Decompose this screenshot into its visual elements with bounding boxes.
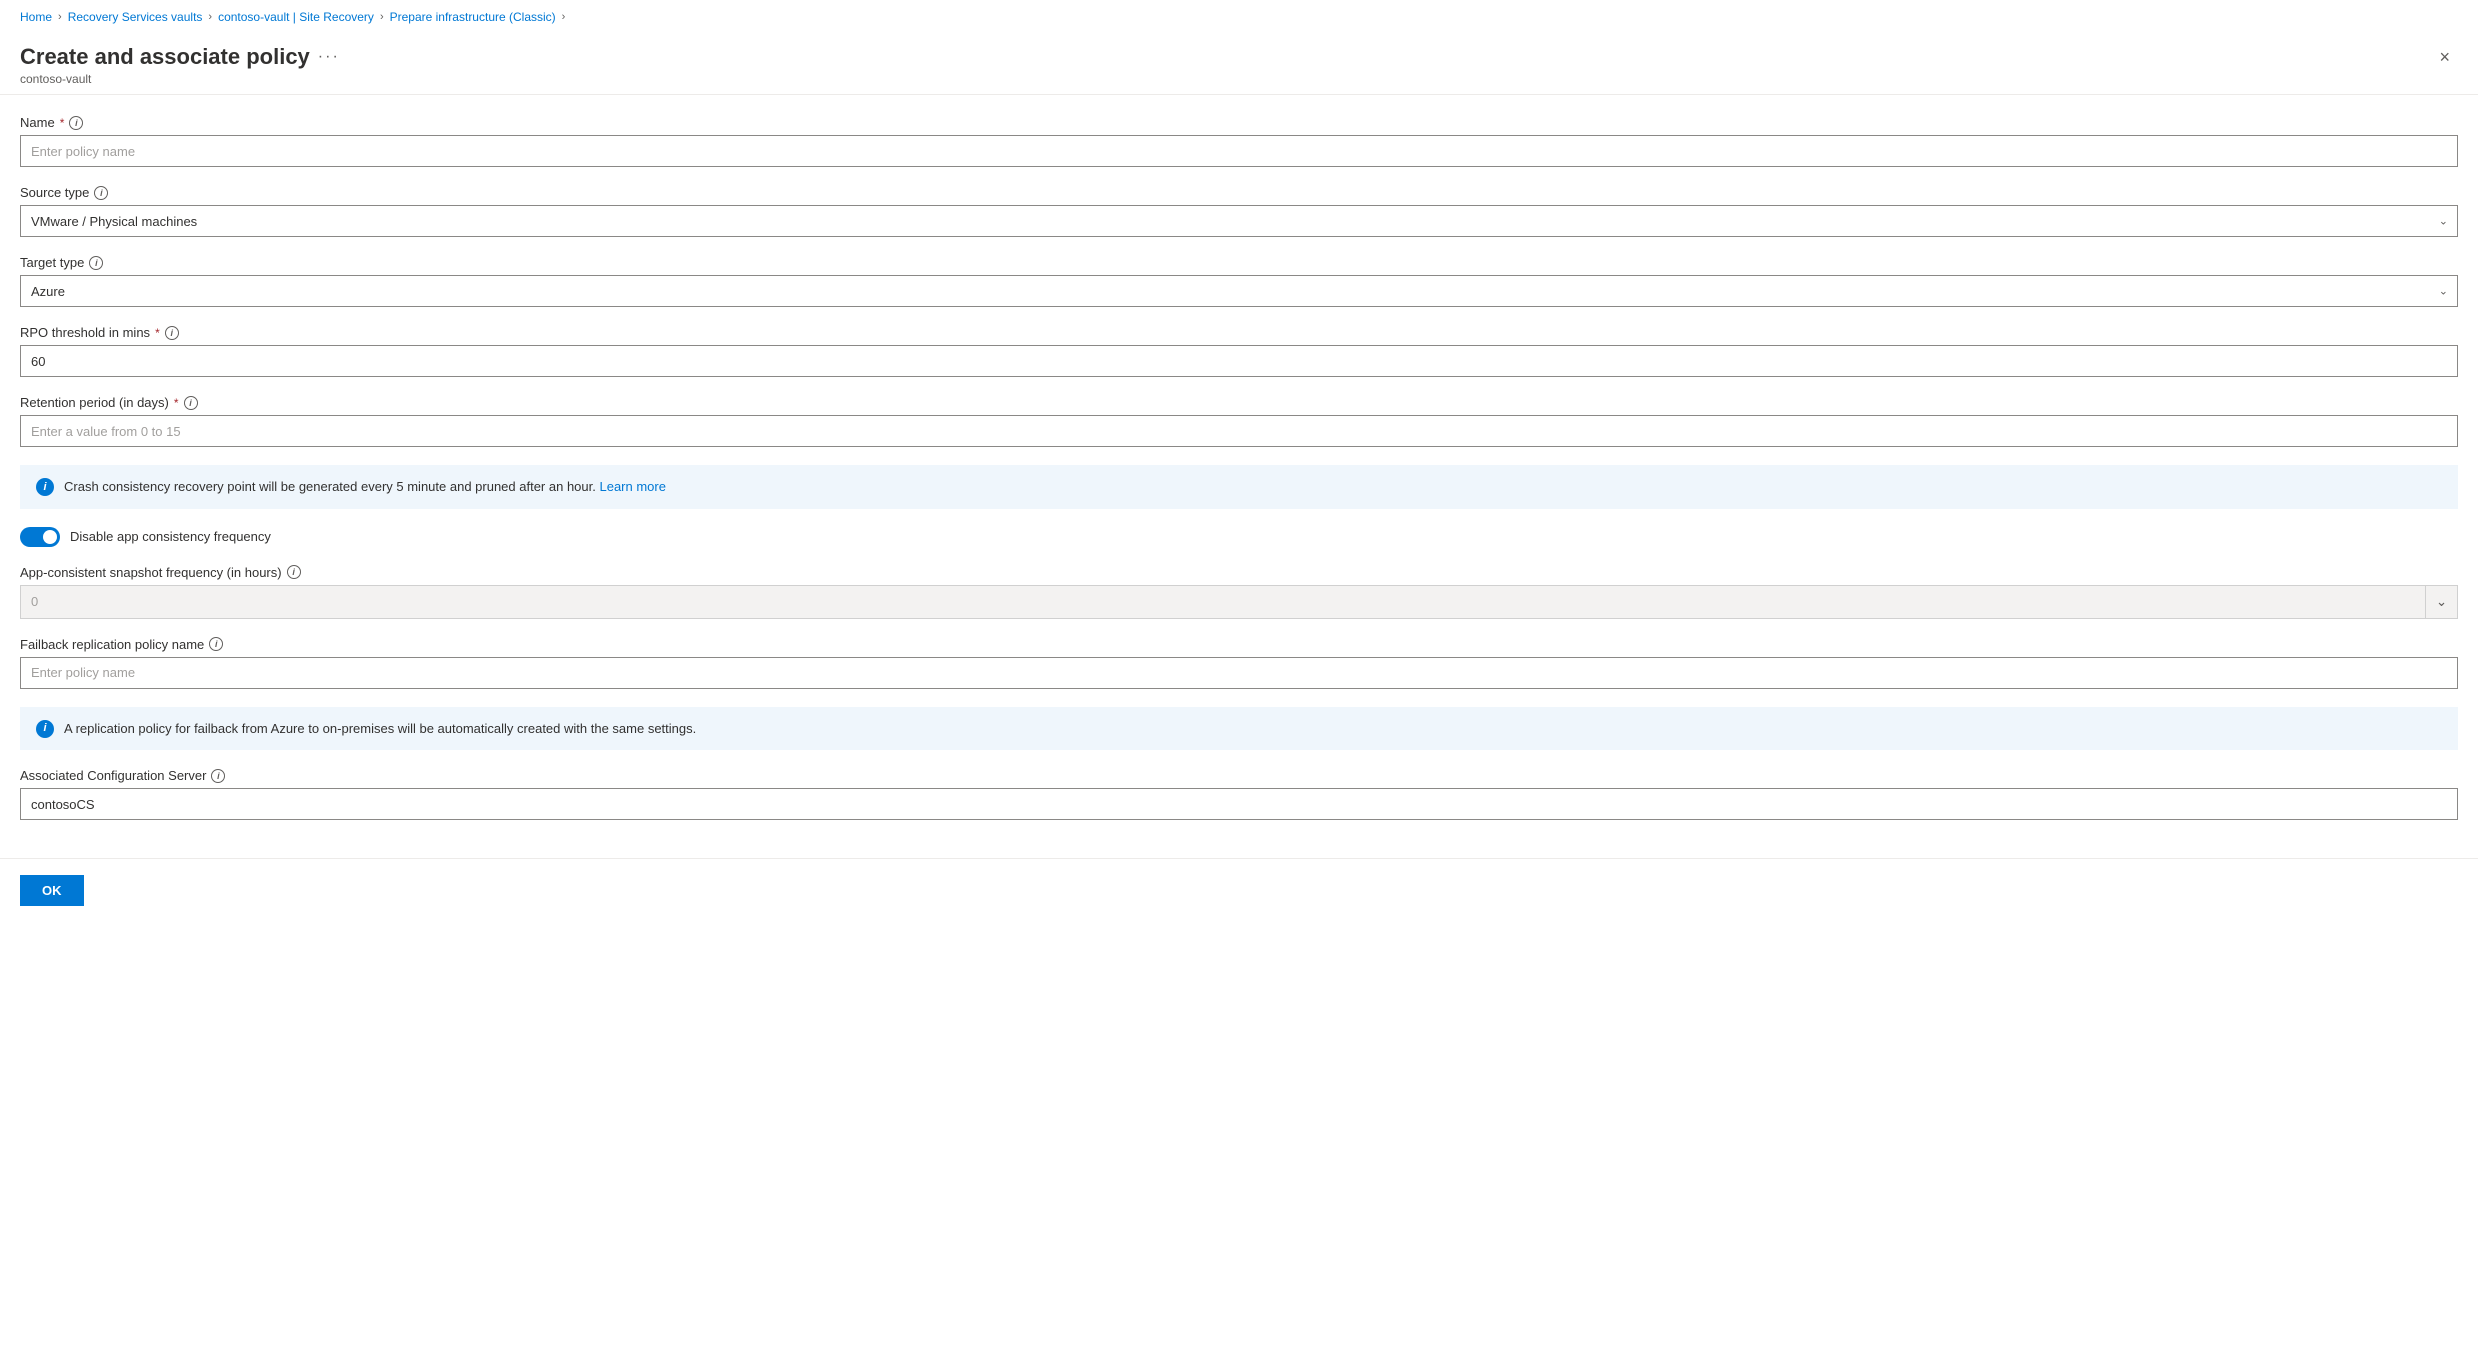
retention-required: *: [174, 396, 179, 410]
target-type-label-text: Target type: [20, 255, 84, 270]
target-type-info-icon[interactable]: i: [89, 256, 103, 270]
assoc-config-input[interactable]: [20, 788, 2458, 820]
breadcrumb-sep-4: ›: [562, 11, 566, 23]
rpo-required: *: [155, 326, 160, 340]
target-type-select[interactable]: Azure: [20, 275, 2458, 307]
target-type-group: Target type i Azure ⌄: [20, 255, 2458, 307]
crash-consistency-banner-icon: i: [36, 478, 54, 496]
name-group: Name * i: [20, 115, 2458, 167]
panel-title-row: Create and associate policy ···: [20, 44, 340, 70]
app-consistency-label-text: App-consistent snapshot frequency (in ho…: [20, 565, 282, 580]
form-footer: OK: [0, 858, 2478, 922]
close-button[interactable]: ×: [2431, 44, 2458, 70]
source-type-info-icon[interactable]: i: [94, 186, 108, 200]
retention-info-icon[interactable]: i: [184, 396, 198, 410]
rpo-group: RPO threshold in mins * i: [20, 325, 2458, 377]
target-type-select-wrapper: Azure ⌄: [20, 275, 2458, 307]
crash-consistency-banner-text: Crash consistency recovery point will be…: [64, 477, 666, 497]
app-consistency-dropdown-btn[interactable]: ⌄: [2425, 586, 2457, 618]
ok-button[interactable]: OK: [20, 875, 84, 906]
panel-header: Create and associate policy ··· contoso-…: [0, 32, 2478, 95]
assoc-config-label: Associated Configuration Server i: [20, 768, 2458, 783]
failback-label: Failback replication policy name i: [20, 637, 2458, 652]
name-info-icon[interactable]: i: [69, 116, 83, 130]
form-body: Name * i Source type i VMware / Physical…: [0, 95, 2478, 858]
failback-info-banner-icon: i: [36, 720, 54, 738]
app-consistency-info-icon[interactable]: i: [287, 565, 301, 579]
source-type-label: Source type i: [20, 185, 2458, 200]
source-type-label-text: Source type: [20, 185, 89, 200]
retention-input[interactable]: [20, 415, 2458, 447]
page-container: Home › Recovery Services vaults › contos…: [0, 0, 2478, 1366]
failback-group: Failback replication policy name i: [20, 637, 2458, 689]
app-consistency-label: App-consistent snapshot frequency (in ho…: [20, 565, 2458, 580]
assoc-config-label-text: Associated Configuration Server: [20, 768, 206, 783]
breadcrumb-home[interactable]: Home: [20, 10, 52, 24]
failback-info-banner: i A replication policy for failback from…: [20, 707, 2458, 751]
app-consistency-chevron-icon: ⌄: [2436, 594, 2447, 610]
breadcrumb-sep-3: ›: [380, 11, 384, 23]
breadcrumb-prepare[interactable]: Prepare infrastructure (Classic): [390, 10, 556, 24]
rpo-label-text: RPO threshold in mins: [20, 325, 150, 340]
toggle-slider: [20, 527, 60, 547]
source-type-select[interactable]: VMware / Physical machines Hyper-V: [20, 205, 2458, 237]
retention-label: Retention period (in days) * i: [20, 395, 2458, 410]
name-label: Name * i: [20, 115, 2458, 130]
failback-info-banner-text: A replication policy for failback from A…: [64, 719, 696, 739]
panel-subtitle: contoso-vault: [20, 72, 340, 86]
toggle-row: Disable app consistency frequency: [20, 527, 2458, 547]
failback-input[interactable]: [20, 657, 2458, 689]
breadcrumb-vault[interactable]: contoso-vault | Site Recovery: [218, 10, 374, 24]
breadcrumb-vaults[interactable]: Recovery Services vaults: [68, 10, 203, 24]
failback-info-icon[interactable]: i: [209, 637, 223, 651]
retention-label-text: Retention period (in days): [20, 395, 169, 410]
breadcrumb-sep-2: ›: [208, 11, 212, 23]
rpo-input[interactable]: [20, 345, 2458, 377]
app-consistency-select-wrapper: ⌄: [20, 585, 2458, 619]
panel-title: Create and associate policy: [20, 44, 310, 70]
source-type-group: Source type i VMware / Physical machines…: [20, 185, 2458, 237]
panel-ellipsis-btn[interactable]: ···: [318, 48, 340, 66]
breadcrumb-sep-1: ›: [58, 11, 62, 23]
rpo-info-icon[interactable]: i: [165, 326, 179, 340]
disable-app-consistency-toggle[interactable]: [20, 527, 60, 547]
failback-label-text: Failback replication policy name: [20, 637, 204, 652]
app-consistency-group: App-consistent snapshot frequency (in ho…: [20, 565, 2458, 619]
panel-title-area: Create and associate policy ··· contoso-…: [20, 44, 340, 86]
learn-more-link-1[interactable]: Learn more: [599, 479, 665, 494]
toggle-label-text: Disable app consistency frequency: [70, 529, 271, 544]
rpo-label: RPO threshold in mins * i: [20, 325, 2458, 340]
source-type-select-wrapper: VMware / Physical machines Hyper-V ⌄: [20, 205, 2458, 237]
crash-consistency-banner: i Crash consistency recovery point will …: [20, 465, 2458, 509]
toggle-group: Disable app consistency frequency: [20, 527, 2458, 547]
app-consistency-input[interactable]: [21, 586, 2425, 618]
name-required: *: [60, 116, 65, 130]
assoc-config-info-icon[interactable]: i: [211, 769, 225, 783]
breadcrumb: Home › Recovery Services vaults › contos…: [0, 0, 2478, 32]
name-input[interactable]: [20, 135, 2458, 167]
target-type-label: Target type i: [20, 255, 2458, 270]
retention-group: Retention period (in days) * i: [20, 395, 2458, 447]
assoc-config-group: Associated Configuration Server i: [20, 768, 2458, 820]
name-label-text: Name: [20, 115, 55, 130]
